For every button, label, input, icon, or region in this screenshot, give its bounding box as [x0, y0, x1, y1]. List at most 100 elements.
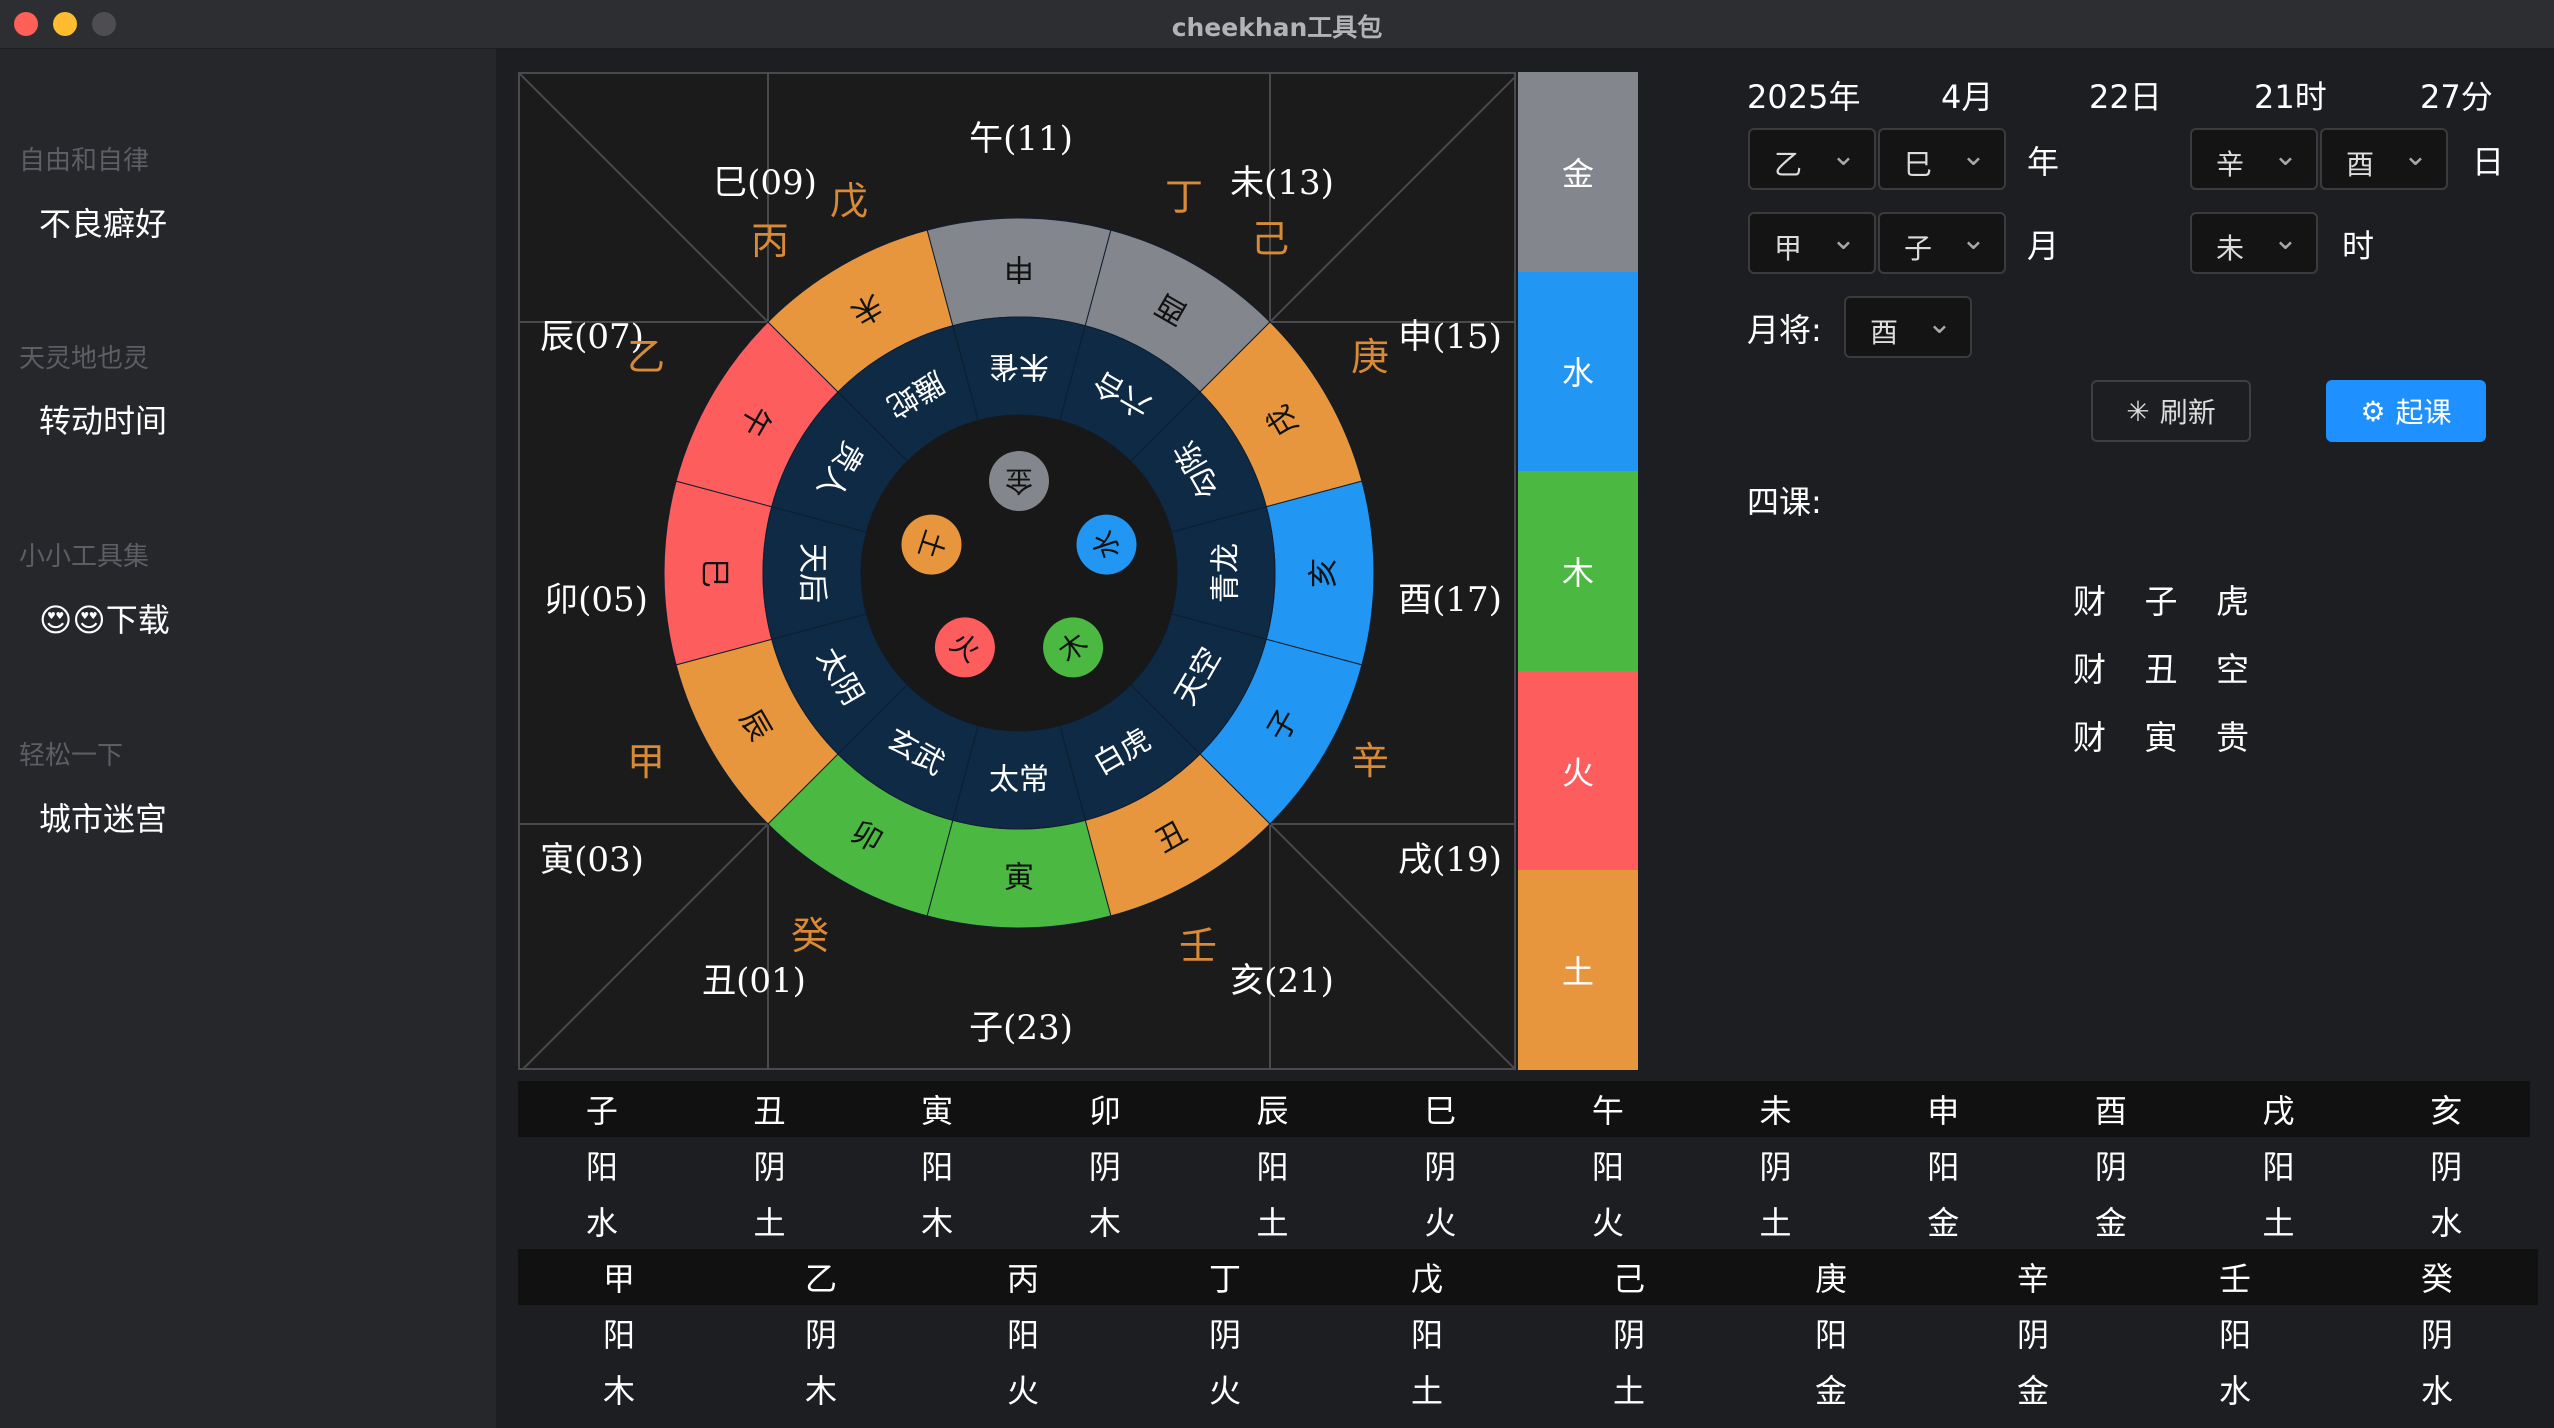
branch-cell: 申: [1927, 1092, 1960, 1130]
stem-label: 戊: [829, 179, 869, 223]
stem-yinyang-cell: 阳: [1814, 1316, 1847, 1354]
inner-ring-label: 太常: [989, 763, 1049, 798]
branch-cell: 子: [585, 1092, 618, 1130]
branch-wuxing-cell: 土: [1256, 1204, 1289, 1242]
branch-label: 丑(01): [702, 961, 806, 1001]
branch-yinyang-cell: 阴: [1759, 1148, 1792, 1186]
year-gan-select[interactable]: 乙 ⌄: [1748, 128, 1876, 190]
day-value[interactable]: 22日: [2089, 72, 2162, 118]
branch-yinyang-row: 阳阴阳阴阳阴阳阴阳阴阳阴: [518, 1137, 2530, 1193]
sidebar-item-download[interactable]: 😍😍下载: [39, 595, 170, 641]
year-value[interactable]: 2025年: [1747, 72, 1860, 118]
day-zhi-select[interactable]: 酉 ⌄: [2320, 128, 2448, 190]
yuejiang-select[interactable]: 酉 ⌄: [1844, 296, 1972, 358]
branch-cell: 未: [1759, 1092, 1792, 1130]
stem-wuxing-cell: 土: [1410, 1372, 1443, 1410]
stem-wuxing-cell: 木: [602, 1372, 635, 1410]
branch-wuxing-cell: 火: [1591, 1204, 1624, 1242]
branch-yinyang-cell: 阳: [585, 1148, 618, 1186]
element-strip: 金 水 木 火 土: [1518, 72, 1638, 1070]
inner-ring-label: 朱雀: [989, 349, 1049, 384]
branch-label: 子(23): [969, 1008, 1073, 1048]
stem-cell: 甲: [602, 1260, 635, 1298]
stem-yinyang-cell: 阴: [2420, 1316, 2453, 1354]
branch-label: 巳(09): [713, 163, 817, 203]
month-value[interactable]: 4月: [1941, 72, 1993, 118]
stem-yinyang-cell: 阴: [2016, 1316, 2049, 1354]
outer-ring-label: 申: [1004, 251, 1034, 286]
stem-cell: 己: [1612, 1260, 1645, 1298]
stem-wuxing-cell: 火: [1208, 1372, 1241, 1410]
select-value: 辛: [2216, 148, 2245, 181]
hour-value[interactable]: 21时: [2254, 72, 2327, 118]
stem-wuxing-row: 木木火火土土金金水水: [518, 1361, 2538, 1417]
outer-ring-label: 巳: [697, 558, 732, 588]
loading-icon: ✳: [2126, 394, 2150, 428]
stem-cell: 辛: [2016, 1260, 2049, 1298]
select-value: 乙: [1774, 148, 1803, 181]
chevron-down-icon: ⌄: [2272, 222, 2298, 257]
stem-cell: 庚: [1814, 1260, 1847, 1298]
sike-line: 财 子 虎: [2073, 582, 2263, 621]
branch-cell: 戌: [2262, 1092, 2295, 1130]
branch-wuxing-cell: 金: [2094, 1204, 2127, 1242]
branch-yinyang-cell: 阴: [1088, 1148, 1121, 1186]
branch-cell: 巳: [1424, 1092, 1457, 1130]
branch-wuxing-cell: 水: [585, 1204, 618, 1242]
branch-label: 午(11): [969, 119, 1073, 159]
minute-value[interactable]: 27分: [2420, 72, 2493, 118]
element-wood: 木: [1518, 471, 1638, 671]
branch-yinyang-cell: 阴: [2094, 1148, 2127, 1186]
sike-label: 四课:: [1747, 483, 1822, 521]
start-button[interactable]: ⚙ 起课: [2326, 380, 2486, 442]
sidebar-group-title: 天灵地也灵: [19, 344, 150, 374]
stem-yinyang-cell: 阴: [1208, 1316, 1241, 1354]
branch-cell: 午: [1591, 1092, 1624, 1130]
stem-cell: 丙: [1006, 1260, 1039, 1298]
sidebar-item-rotate-time[interactable]: 转动时间: [39, 396, 167, 442]
day-gan-select[interactable]: 辛 ⌄: [2190, 128, 2318, 190]
liuren-board: 申酉戌亥子丑寅卯辰巳午未朱雀 六合 勾陈 青龙 天空 白虎 太常 玄武 太阴 天后 贵人 螣蛇金水木火…: [518, 72, 1516, 1070]
stem-label: 丙: [750, 219, 790, 263]
sidebar-item-bad-habits[interactable]: 不良癖好: [39, 199, 167, 245]
chevron-down-icon: ⌄: [1960, 138, 1986, 173]
sidebar-item-city-maze[interactable]: 城市迷宫: [39, 794, 167, 840]
stem-label: 壬: [1178, 924, 1218, 968]
hour-zhi-select[interactable]: 未 ⌄: [2190, 212, 2318, 274]
stem-wuxing-cell: 金: [2016, 1372, 2049, 1410]
start-label: 起课: [2395, 396, 2452, 429]
stem-cell: 癸: [2420, 1260, 2453, 1298]
stem-yinyang-cell: 阴: [804, 1316, 837, 1354]
sidebar-group-title: 小小工具集: [19, 542, 150, 572]
month-zhi-select[interactable]: 子 ⌄: [1878, 212, 2006, 274]
stem-wuxing-cell: 火: [1006, 1372, 1039, 1410]
stem-cell: 丁: [1208, 1260, 1241, 1298]
year-zhi-select[interactable]: 巳 ⌄: [1878, 128, 2006, 190]
element-water: 水: [1518, 271, 1638, 472]
chevron-down-icon: ⌄: [1926, 306, 1952, 341]
branch-yinyang-cell: 阳: [2262, 1148, 2295, 1186]
branch-yinyang-cell: 阴: [1424, 1148, 1457, 1186]
yuejiang-label: 月将:: [1747, 311, 1822, 349]
gear-icon: ⚙: [2360, 394, 2386, 428]
refresh-button[interactable]: ✳ 刷新: [2091, 380, 2251, 442]
year-label: 年: [2027, 143, 2060, 181]
chevron-down-icon: ⌄: [1830, 138, 1856, 173]
stem-yinyang-cell: 阳: [1006, 1316, 1039, 1354]
branch-cell: 寅: [921, 1092, 954, 1130]
branch-label: 酉(17): [1398, 580, 1502, 620]
stem-label: 辛: [1350, 739, 1390, 783]
stem-wuxing-cell: 土: [1612, 1372, 1645, 1410]
branch-wuxing-cell: 土: [1759, 1204, 1792, 1242]
month-label: 月: [2027, 227, 2060, 265]
sidebar: 自由和自律 不良癖好 天灵地也灵 转动时间 小小工具集 😍😍下载 轻松一下 城市…: [0, 49, 497, 1428]
stem-label: 己: [1250, 217, 1290, 261]
inner-ring-label: 天后: [795, 543, 830, 603]
stem-wuxing-cell: 金: [1814, 1372, 1847, 1410]
stem-wuxing-cell: 水: [2420, 1372, 2453, 1410]
stem-wuxing-cell: 木: [804, 1372, 837, 1410]
sike-line: 财 丑 空: [2073, 650, 2263, 689]
sike-line: 财 寅 贵: [2073, 718, 2263, 757]
month-gan-select[interactable]: 甲 ⌄: [1748, 212, 1876, 274]
title-bar: cheekhan工具包: [0, 0, 2554, 49]
